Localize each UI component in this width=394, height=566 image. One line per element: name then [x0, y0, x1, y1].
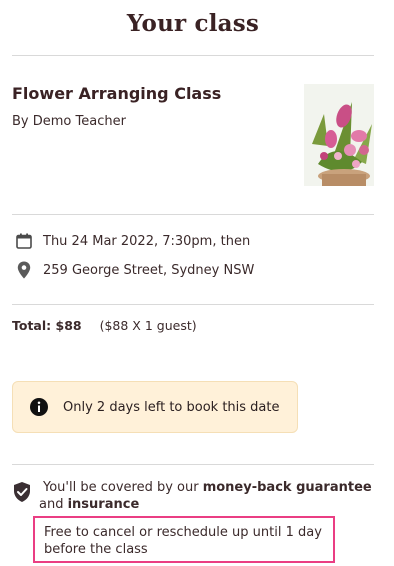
cancellation-policy: Free to cancel or reschedule up until 1 … — [33, 516, 335, 563]
money-back-guarantee: money-back guarantee — [202, 480, 372, 495]
divider — [12, 214, 374, 215]
insurance: insurance — [67, 497, 140, 512]
class-title: Flower Arranging Class — [12, 84, 222, 103]
total-row: Total: $88 ($88 X 1 guest) — [12, 318, 197, 333]
guarantee-text: You'll be covered by our money-back guar… — [39, 479, 373, 513]
class-date: Thu 24 Mar 2022, 7:30pm, then — [43, 233, 251, 249]
guarantee-prefix: You'll be covered by our — [43, 480, 203, 495]
divider — [12, 464, 374, 465]
location-row: 259 George Street, Sydney NSW — [14, 260, 254, 280]
date-row: Thu 24 Mar 2022, 7:30pm, then — [14, 231, 250, 251]
total-price: Total: $88 — [12, 318, 82, 333]
calendar-icon — [14, 231, 34, 251]
teacher-name: By Demo Teacher — [12, 114, 126, 129]
map-pin-icon — [14, 260, 34, 280]
flower-arrangement-image — [304, 84, 374, 186]
info-icon — [29, 397, 49, 417]
notice-text: Only 2 days left to book this date — [63, 399, 280, 415]
class-location: 259 George Street, Sydney NSW — [43, 262, 255, 278]
divider — [12, 304, 374, 305]
guarantee-section: You'll be covered by our money-back guar… — [12, 479, 373, 513]
guarantee-and: and — [39, 497, 68, 512]
shield-check-icon — [12, 481, 34, 505]
price-breakdown: ($88 X 1 guest) — [99, 318, 197, 333]
class-image[interactable] — [304, 84, 374, 186]
page-title: Your class — [126, 10, 260, 37]
booking-notice: Only 2 days left to book this date — [12, 381, 298, 433]
divider — [12, 55, 374, 56]
